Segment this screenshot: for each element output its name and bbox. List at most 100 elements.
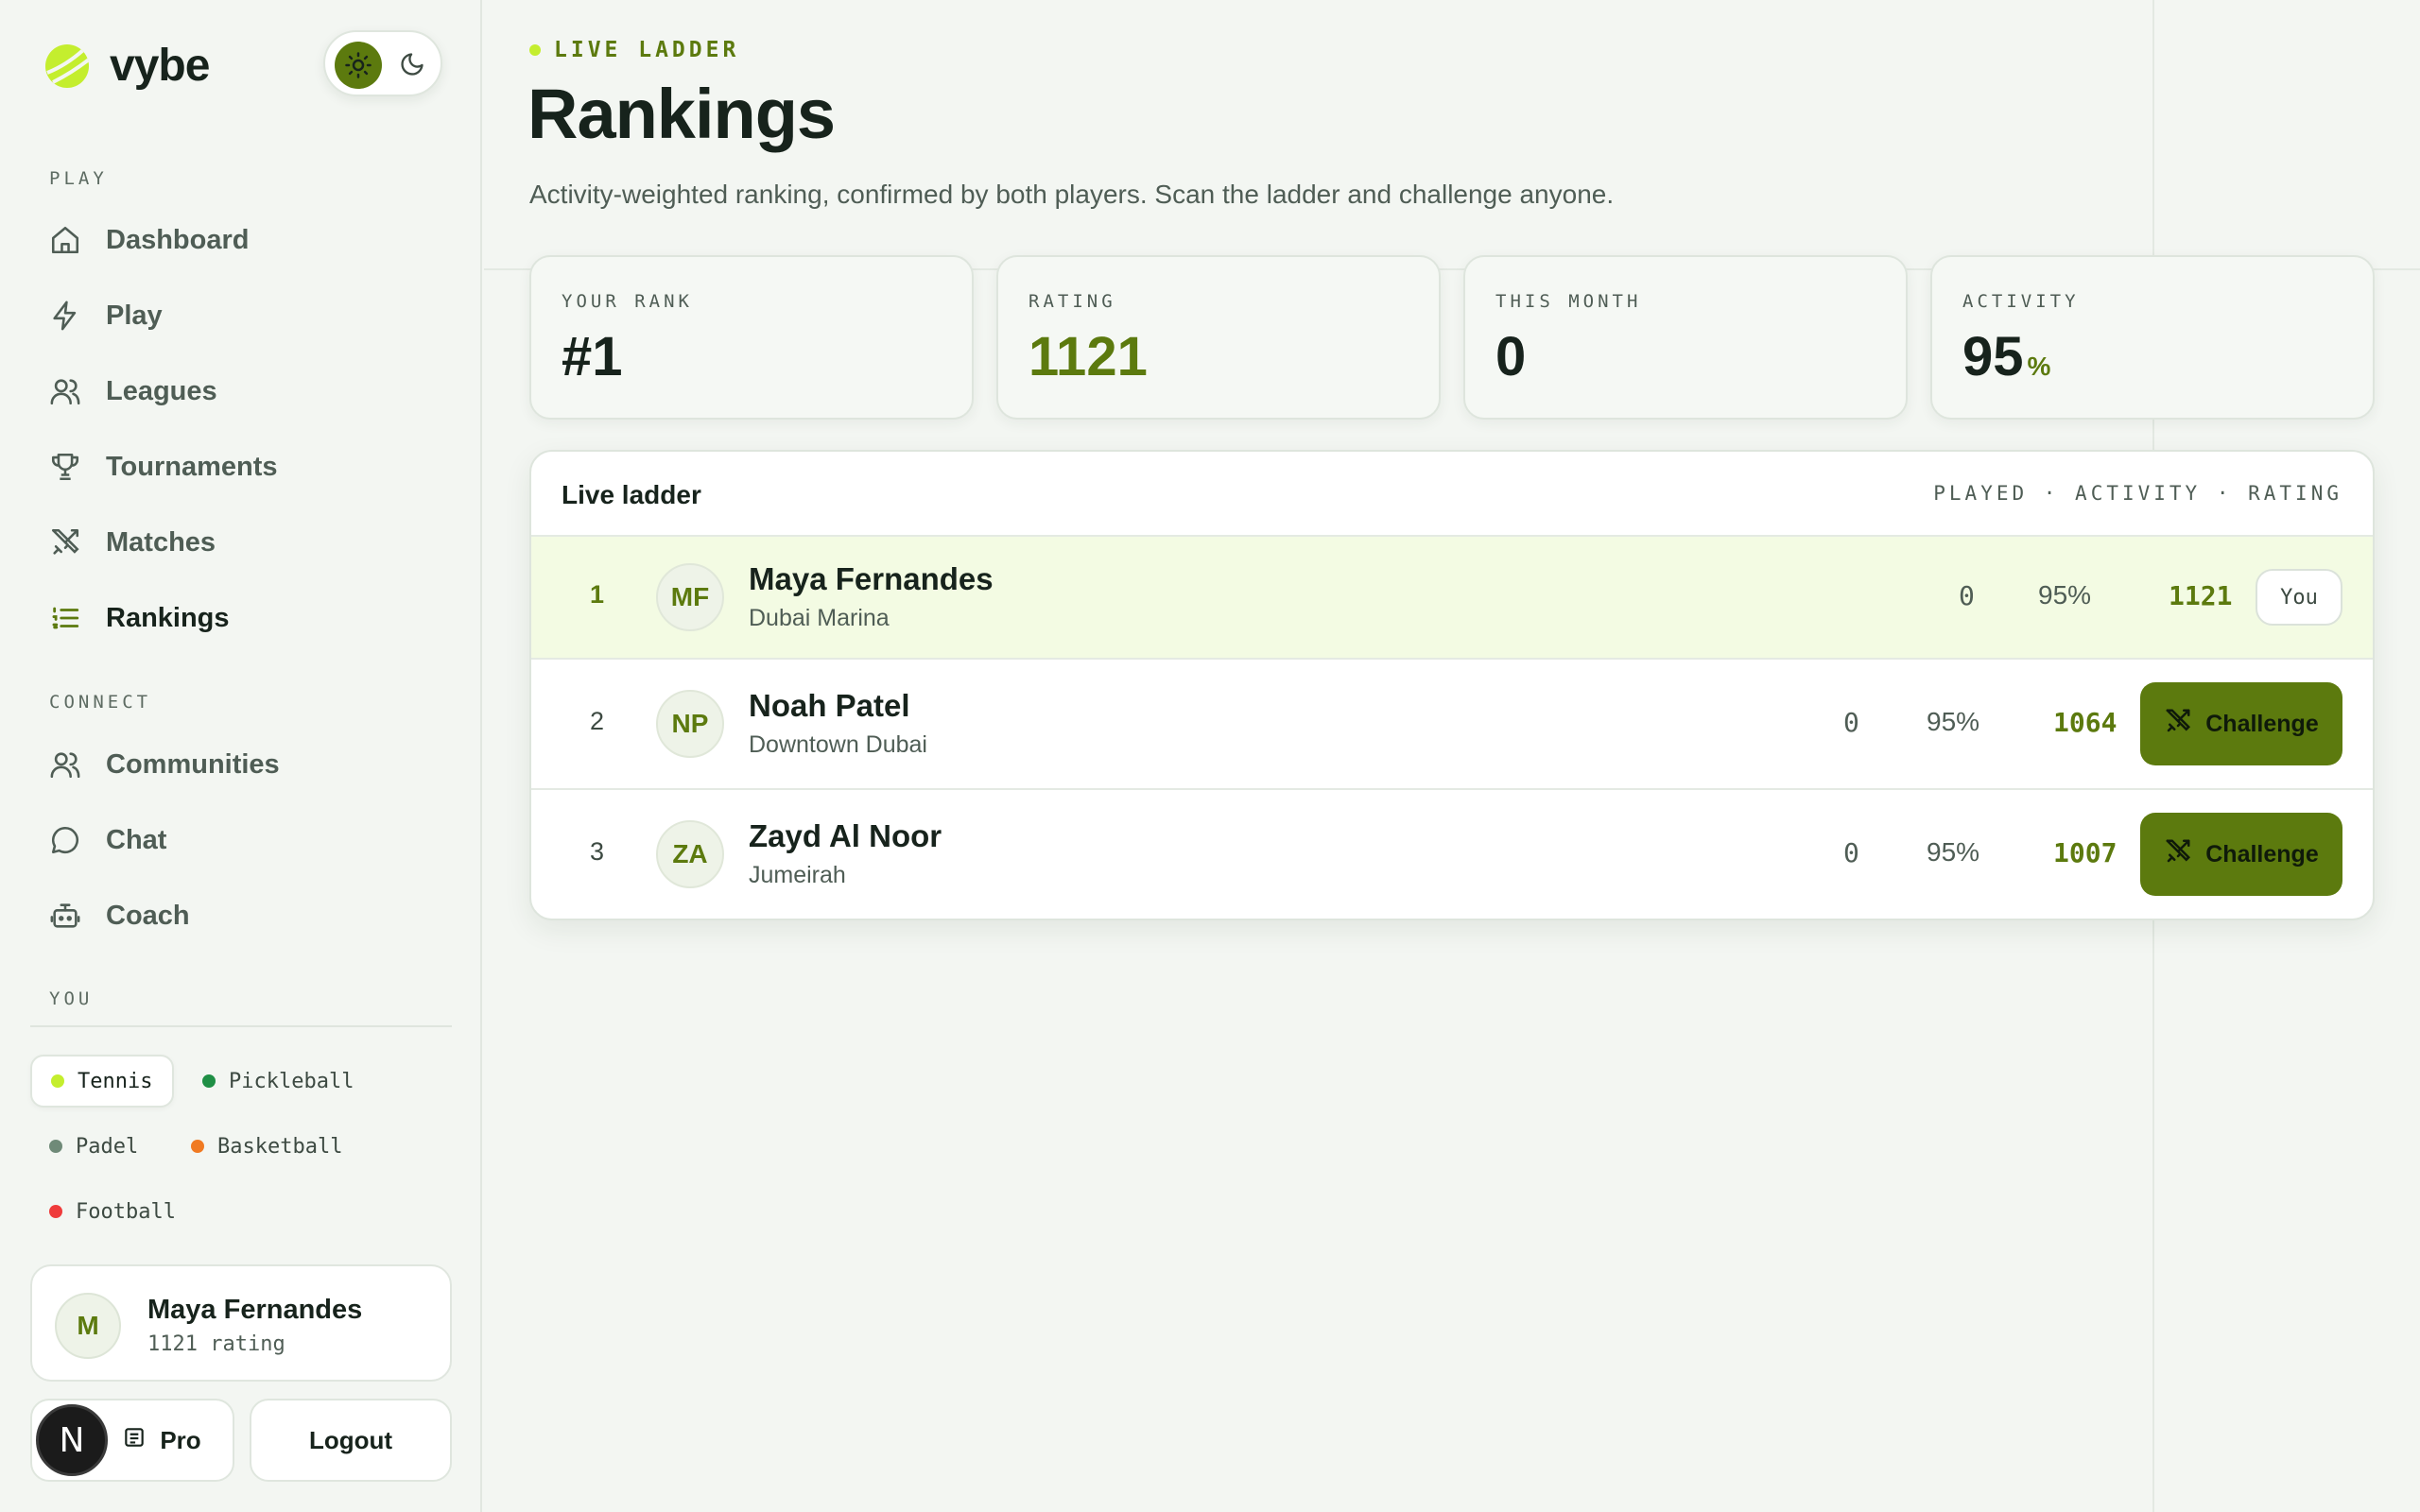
stat-label: RATING [1028, 291, 1116, 312]
theme-toggle[interactable] [323, 30, 442, 96]
nav-item-label: Rankings [106, 602, 230, 633]
stat-suffix: % [2027, 352, 2051, 381]
stat-card-rating: RATING 1121 [996, 255, 1441, 420]
rank-number: 1 [590, 580, 605, 609]
card-icon [122, 1425, 147, 1456]
user-card[interactable]: M Maya Fernandes 1121 rating [30, 1264, 452, 1382]
nav-item-label: Chat [106, 824, 167, 855]
ladder-header: Live ladder PLAYED · ACTIVITY · RATING [531, 452, 2373, 537]
stat-value: 1121 [1028, 326, 1148, 387]
pro-label: Pro [160, 1425, 201, 1454]
nav-item-label: Play [106, 300, 163, 331]
eyebrow-label: LIVE LADDER [554, 38, 740, 62]
logout-label: Logout [308, 1425, 393, 1454]
sport-chip-football[interactable]: Football [30, 1185, 195, 1238]
avatar: MF [656, 563, 724, 631]
dev-badge[interactable]: N [36, 1404, 108, 1476]
sport-label: Pickleball [229, 1069, 354, 1093]
chat-bubble-icon [47, 822, 83, 858]
sidebar: vybe PLAY Dashboard Play Leagues Tournam… [0, 0, 482, 1512]
rank-number: 2 [590, 707, 605, 735]
brand[interactable]: vybe [45, 40, 210, 92]
sport-label: Padel [76, 1134, 139, 1159]
section-label-you: YOU [49, 988, 94, 1009]
sun-icon[interactable] [335, 42, 382, 89]
nav-item-play[interactable]: Play [47, 287, 444, 344]
nav-item-label: Tournaments [106, 451, 278, 482]
challenge-button[interactable]: Challenge [2140, 813, 2342, 896]
list-icon [47, 600, 83, 636]
nav-item-label: Coach [106, 900, 190, 931]
bolt-icon [47, 298, 83, 334]
player-name[interactable]: Zayd Al Noor [749, 818, 942, 854]
stat-value: 0 [1495, 326, 1527, 387]
player-location: Downtown Dubai [749, 731, 927, 758]
nav-item-tournaments[interactable]: Tournaments [47, 438, 444, 495]
activity-value: 95% [1927, 837, 1980, 867]
nav-item-communities[interactable]: Communities [47, 736, 444, 793]
status-dot [191, 1140, 204, 1153]
ladder-row[interactable]: 1 MF Maya Fernandes Dubai Marina 0 95% 1… [531, 537, 2373, 660]
ladder-title: Live ladder [562, 480, 701, 509]
brand-name: vybe [110, 41, 210, 91]
nav-item-rankings[interactable]: Rankings [47, 590, 444, 646]
sport-label: Basketball [217, 1134, 343, 1159]
sport-chip-padel[interactable]: Padel [30, 1120, 157, 1173]
nav-item-matches[interactable]: Matches [47, 514, 444, 571]
nav-item-chat[interactable]: Chat [47, 812, 444, 868]
stat-label: YOUR RANK [562, 291, 693, 312]
nav-item-label: Communities [106, 748, 280, 780]
status-dot [51, 1074, 64, 1088]
sport-chip-basketball[interactable]: Basketball [172, 1120, 361, 1173]
stat-card-rank: YOUR RANK #1 [529, 255, 974, 420]
player-name[interactable]: Noah Patel [749, 688, 910, 724]
stat-value: #1 [562, 326, 623, 387]
crossed-swords-icon [2164, 707, 2192, 742]
crossed-swords-icon [2164, 837, 2192, 872]
stat-label: ACTIVITY [1962, 291, 2080, 312]
moon-icon[interactable] [393, 45, 431, 83]
page-subtitle: Activity-weighted ranking, confirmed by … [529, 180, 1615, 209]
status-dot [49, 1140, 62, 1153]
status-dot [202, 1074, 216, 1088]
ladder-columns: PLAYED · ACTIVITY · RATING [1933, 482, 2342, 505]
stat-card-activity: ACTIVITY 95% [1930, 255, 2375, 420]
sport-label: Football [76, 1199, 176, 1224]
crossed-swords-icon [47, 524, 83, 560]
avatar: NP [656, 690, 724, 758]
live-ladder: Live ladder PLAYED · ACTIVITY · RATING 1… [529, 450, 2375, 920]
nav-item-leagues[interactable]: Leagues [47, 363, 444, 420]
divider [30, 1025, 452, 1027]
you-badge: You [2256, 569, 2342, 626]
challenge-label: Challenge [2205, 840, 2319, 868]
section-label-play: PLAY [49, 168, 108, 189]
nav-item-dashboard[interactable]: Dashboard [47, 212, 444, 268]
robot-icon [47, 898, 83, 934]
status-dot [49, 1205, 62, 1218]
nav-item-coach[interactable]: Coach [47, 887, 444, 944]
section-label-connect: CONNECT [49, 692, 152, 713]
played-count: 0 [1959, 580, 1975, 611]
challenge-button[interactable]: Challenge [2140, 682, 2342, 765]
sport-chip-pickleball[interactable]: Pickleball [183, 1055, 372, 1108]
nav-item-label: Dashboard [106, 224, 250, 255]
player-name[interactable]: Maya Fernandes [749, 561, 994, 597]
logout-button[interactable]: Logout [250, 1399, 452, 1482]
rating-value: 1064 [2053, 707, 2118, 738]
live-dot [529, 44, 541, 56]
user-rating: 1121 rating [147, 1332, 285, 1356]
eyebrow: LIVE LADDER [529, 38, 739, 62]
activity-value: 95% [1927, 707, 1980, 736]
stat-value: 95 [1962, 326, 2024, 387]
tennis-ball-logo-icon [45, 43, 89, 88]
stat-value-wrap: 95% [1962, 325, 2050, 388]
sport-chip-tennis[interactable]: Tennis [30, 1055, 174, 1108]
users-icon [47, 373, 83, 409]
ladder-row[interactable]: 3 ZA Zayd Al Noor Jumeirah 0 95% 1007 Ch… [531, 790, 2373, 919]
played-count: 0 [1843, 837, 1859, 868]
ladder-row[interactable]: 2 NP Noah Patel Downtown Dubai 0 95% 106… [531, 660, 2373, 790]
rating-value: 1121 [2169, 580, 2233, 611]
rank-number: 3 [590, 837, 605, 866]
nav-item-label: Matches [106, 526, 216, 558]
home-icon [47, 222, 83, 258]
